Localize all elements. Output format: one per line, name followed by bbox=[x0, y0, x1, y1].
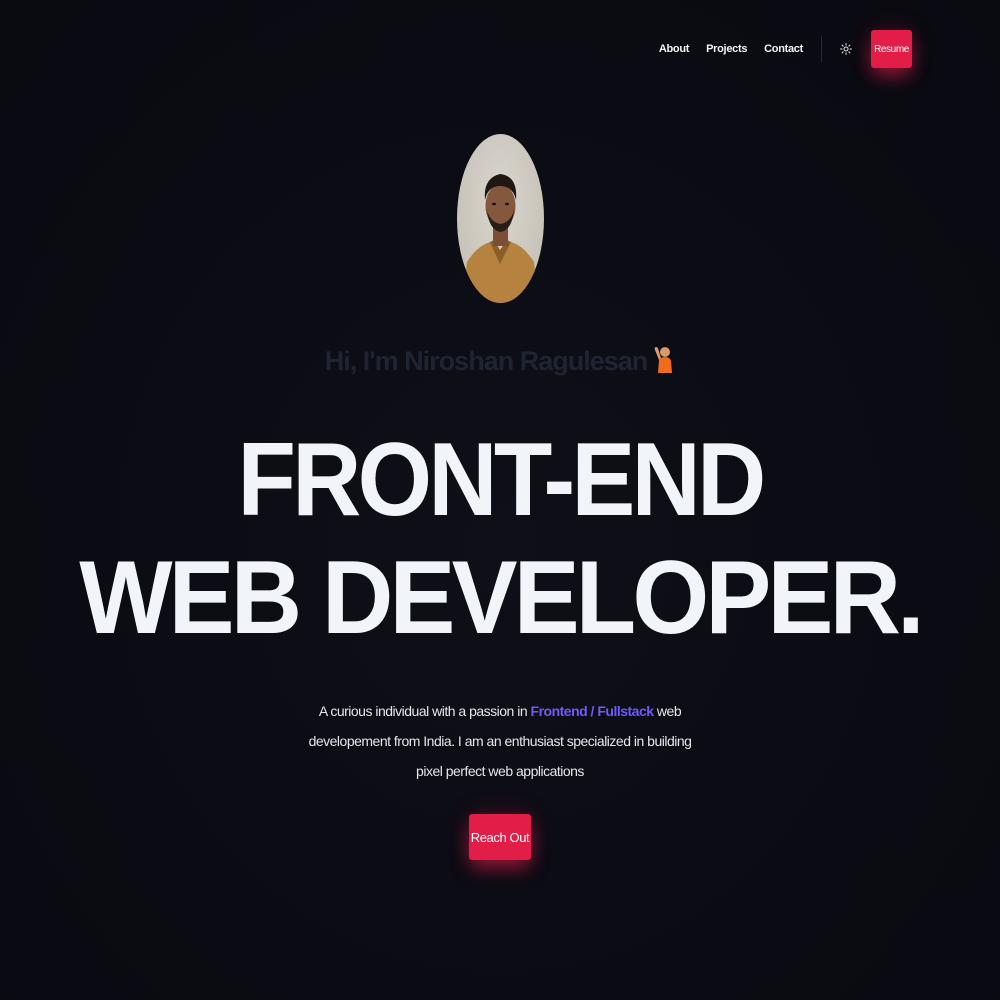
top-nav: About Projects Contact Resume bbox=[659, 30, 912, 68]
greeting: Hi, I'm Niroshan Ragulesan bbox=[0, 343, 1000, 380]
waving-person-icon bbox=[653, 343, 675, 380]
sun-icon bbox=[840, 43, 852, 55]
desc-text-1: A curious individual with a passion in bbox=[318, 703, 531, 719]
headline-line-2: WEB DEVELOPER. bbox=[79, 540, 924, 656]
avatar bbox=[457, 134, 544, 303]
nav-divider bbox=[821, 36, 822, 62]
nav-link-contact[interactable]: Contact bbox=[764, 43, 803, 55]
greeting-text: Hi, I'm Niroshan Ragulesan bbox=[324, 346, 648, 376]
desc-highlight: Frontend / Fullstack bbox=[530, 703, 655, 719]
theme-toggle-button[interactable] bbox=[838, 41, 854, 57]
resume-button[interactable]: Resume bbox=[871, 30, 912, 68]
hero-description: A curious individual with a passion in F… bbox=[300, 696, 700, 786]
headline-line-1: FRONT-END bbox=[237, 422, 766, 538]
page: About Projects Contact Resume Hi, I'm Ni… bbox=[0, 0, 1000, 1000]
reach-out-button[interactable]: Reach Out bbox=[469, 814, 531, 860]
nav-link-about[interactable]: About bbox=[659, 43, 690, 55]
nav-link-projects[interactable]: Projects bbox=[706, 43, 747, 55]
